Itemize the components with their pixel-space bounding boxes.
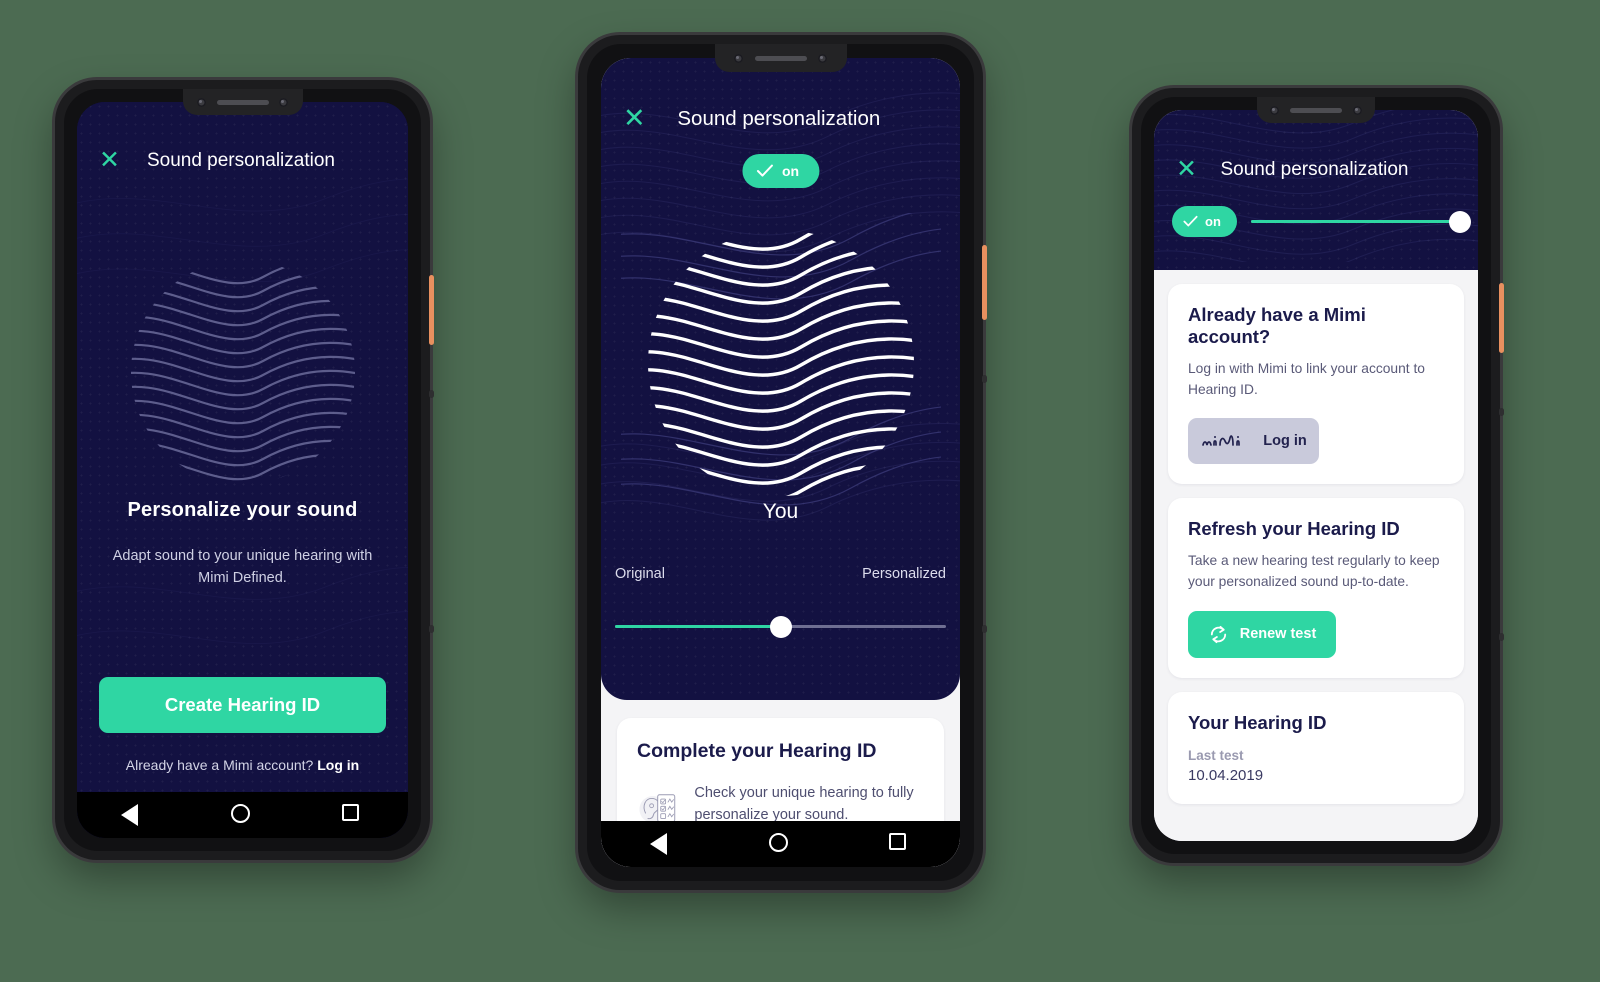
login-link[interactable]: Log in: [317, 757, 359, 773]
close-icon[interactable]: ✕: [99, 148, 120, 173]
personalization-toggle-on[interactable]: on: [741, 154, 820, 188]
slider-fill: [615, 625, 781, 628]
close-icon[interactable]: ✕: [1176, 157, 1197, 182]
wave-background-decoration: [1154, 110, 1478, 262]
slider-fill: [1250, 219, 1460, 223]
front-camera-icon: [1270, 105, 1280, 115]
volume-button-a[interactable]: [982, 375, 987, 383]
device-notch: [714, 44, 847, 72]
fingerprint-icon: [130, 260, 355, 484]
login-prompt: Already have a Mimi account? Log in: [77, 757, 408, 773]
close-icon[interactable]: ✕: [623, 105, 646, 132]
front-camera-icon: [1352, 105, 1362, 115]
card-mimi-account: Already have a Mimi account? Log in with…: [1168, 284, 1464, 485]
page-title: Sound personalization: [677, 106, 881, 130]
back-triangle-icon[interactable]: [121, 804, 143, 826]
hero-caption: You: [762, 500, 799, 523]
slider-label-left: Original: [615, 566, 665, 582]
headline: Personalize your sound: [127, 499, 358, 521]
earpiece-speaker: [1290, 107, 1342, 113]
personalization-toggle-on[interactable]: on: [1172, 206, 1237, 237]
slider-label-right: Personalized: [862, 566, 946, 582]
power-button[interactable]: [429, 275, 434, 345]
check-icon: [1183, 215, 1198, 227]
page-title: Sound personalization: [1220, 158, 1409, 180]
front-camera-icon: [279, 97, 289, 107]
earpiece-speaker: [754, 55, 807, 61]
earpiece-speaker: [216, 99, 269, 105]
slider-knob[interactable]: [769, 616, 792, 638]
card-refresh-hearing-id: Refresh your Hearing ID Take a new heari…: [1168, 498, 1464, 678]
home-circle-icon[interactable]: [769, 833, 791, 855]
device-body: ✕ Sound personalization Personalize your…: [64, 89, 421, 851]
page-title: Sound personalization: [146, 149, 335, 171]
front-camera-icon: [733, 53, 743, 63]
mimi-login-button-label: Log in: [1263, 433, 1307, 450]
last-test-label: Last test: [1188, 747, 1244, 763]
topbar: ✕ Sound personalization: [601, 105, 960, 132]
refresh-icon: [1210, 625, 1226, 643]
card-title: Your Hearing ID: [1188, 711, 1327, 733]
device-notch: [1257, 97, 1375, 123]
last-test-date: 10.04.2019: [1188, 766, 1264, 784]
slider-labels: Original Personalized: [615, 566, 946, 582]
toggle-label: on: [1205, 214, 1221, 229]
phone-device-onboarding: ✕ Sound personalization Personalize your…: [55, 80, 434, 860]
volume-button-b[interactable]: [982, 625, 987, 633]
power-button[interactable]: [982, 245, 987, 320]
screen-onboarding: ✕ Sound personalization Personalize your…: [77, 102, 408, 838]
android-navbar: [77, 792, 408, 838]
slider-knob[interactable]: [1449, 210, 1471, 233]
volume-button-a[interactable]: [1499, 408, 1504, 416]
phone-device-personalization: ✕ Sound personalization on You Original …: [578, 35, 987, 890]
recents-square-icon[interactable]: [889, 833, 911, 855]
home-circle-icon[interactable]: [231, 804, 253, 826]
phone-device-settings: ✕ Sound personalization on Already have …: [1132, 88, 1504, 863]
fingerprint-icon: [620, 213, 941, 506]
power-button[interactable]: [1499, 283, 1504, 353]
back-triangle-icon[interactable]: [649, 833, 672, 855]
device-body: ✕ Sound personalization on: [1141, 97, 1491, 854]
card-body: Check your unique hearing to fully perso…: [694, 785, 914, 823]
volume-button-b[interactable]: [1499, 633, 1504, 641]
navy-background: [1154, 110, 1478, 270]
personalization-slider[interactable]: [1250, 210, 1471, 233]
mimi-logo: [1202, 435, 1241, 447]
topbar: ✕ Sound personalization: [1154, 157, 1478, 182]
recents-square-icon[interactable]: [341, 804, 364, 826]
app-personalization: ✕ Sound personalization on You Original …: [601, 58, 960, 867]
app-onboarding: ✕ Sound personalization Personalize your…: [77, 102, 408, 838]
card-title: Already have a Mimi account?: [1188, 304, 1366, 347]
android-navbar: [601, 821, 960, 867]
personalization-slider[interactable]: [615, 616, 946, 638]
card-title: Complete your Hearing ID: [637, 740, 877, 762]
settings-scroll-list[interactable]: Already have a Mimi account? Log in with…: [1154, 270, 1478, 841]
header-controls-row: on: [1172, 206, 1471, 237]
volume-button-a[interactable]: [429, 390, 434, 398]
card-body: Take a new hearing test regularly to kee…: [1188, 553, 1440, 590]
front-camera-icon: [818, 53, 828, 63]
toggle-label: on: [781, 163, 800, 179]
card-your-hearing-id: Your Hearing ID Last test 10.04.2019: [1168, 691, 1464, 804]
screenshot-stage: ✕ Sound personalization Personalize your…: [0, 0, 1600, 982]
subtext: Adapt sound to your unique hearing with …: [112, 548, 373, 587]
card-title: Refresh your Hearing ID: [1188, 518, 1400, 540]
renew-test-button[interactable]: Renew test: [1188, 610, 1336, 658]
device-body: ✕ Sound personalization on: [587, 44, 974, 881]
front-camera-icon: [196, 97, 206, 107]
screen-personalization: ✕ Sound personalization on You Original …: [601, 58, 960, 867]
create-hearing-id-button[interactable]: Create Hearing ID: [99, 677, 386, 733]
topbar: ✕ Sound personalization: [77, 148, 408, 173]
renew-test-button-label: Renew test: [1239, 626, 1317, 643]
volume-button-b[interactable]: [429, 625, 434, 633]
device-notch: [182, 89, 303, 115]
login-prompt-text: Already have a Mimi account?: [125, 757, 318, 773]
screen-settings: ✕ Sound personalization on Already have …: [1154, 110, 1478, 841]
app-settings: ✕ Sound personalization on Already have …: [1154, 110, 1478, 841]
check-icon: [756, 164, 773, 177]
mimi-login-button[interactable]: Log in: [1188, 418, 1319, 465]
card-body: Log in with Mimi to link your account to…: [1188, 361, 1425, 397]
